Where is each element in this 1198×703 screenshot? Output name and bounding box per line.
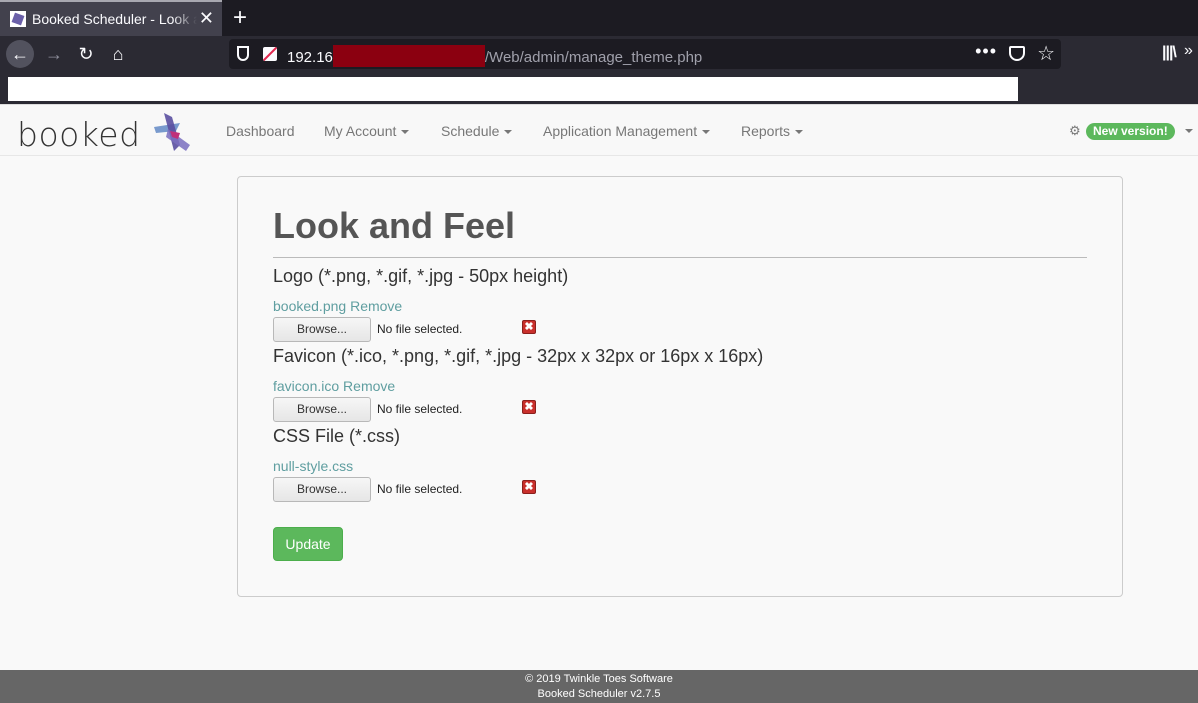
home-button[interactable]: ⌂ [104, 40, 132, 68]
css-clear-icon[interactable]: ✖ [522, 480, 536, 494]
css-browse-button[interactable]: Browse... [273, 477, 371, 502]
overflow-menu-icon[interactable]: » [1184, 42, 1193, 60]
logo-remove-link[interactable]: Remove [350, 298, 402, 314]
back-button[interactable]: ← [6, 40, 34, 68]
footer: © 2019 Twinkle Toes Software Booked Sche… [0, 670, 1198, 703]
url-path: /Web/admin/manage_theme.php [484, 49, 703, 66]
css-file-link[interactable]: null-style.css [273, 458, 353, 474]
logo-file-link[interactable]: booked.png [273, 298, 346, 314]
caret-down-icon [401, 130, 410, 135]
update-button[interactable]: Update [273, 527, 343, 561]
favicon-browse-button[interactable]: Browse... [273, 397, 371, 422]
nav-dashboard[interactable]: Dashboard [226, 105, 295, 157]
look-and-feel-panel: Look and Feel Logo (*.png, *.gif, *.jpg … [237, 176, 1123, 597]
caret-down-icon [795, 130, 804, 135]
favicon-file-link[interactable]: favicon.ico [273, 378, 339, 394]
url-host: 192.16 [287, 49, 333, 66]
nav-schedule-label: Schedule [441, 123, 500, 139]
reload-button[interactable]: ↻ [72, 40, 100, 68]
nav-my-account[interactable]: My Account [324, 105, 410, 157]
bookmarks-toolbar [0, 72, 1198, 104]
url-text[interactable]: 192.16/Web/admin/manage_theme.php [287, 45, 702, 67]
logo-browse-button[interactable]: Browse... [273, 317, 371, 342]
caret-down-icon [702, 130, 711, 135]
pocket-icon[interactable] [1009, 46, 1025, 61]
logo-file-row: booked.png Remove [273, 298, 402, 314]
favicon-section-label: Favicon (*.ico, *.png, *.gif, *.jpg - 32… [273, 346, 764, 366]
page-actions-icon[interactable]: ••• [975, 41, 997, 62]
browser-toolbar: ← → ↻ ⌂ 192.16/Web/admin/manage_theme.ph… [0, 36, 1198, 72]
logo-no-file-text: No file selected. [377, 322, 463, 336]
browser-tab-active[interactable]: Booked Scheduler - Look and Feel ✕ [0, 0, 222, 36]
tracking-shield-icon[interactable] [237, 46, 249, 61]
logo-text: booked [17, 115, 141, 154]
new-version-badge[interactable]: New version! [1086, 123, 1175, 140]
favicon-file-row: favicon.ico Remove [273, 378, 395, 394]
booked-favicon-icon [10, 11, 26, 27]
settings-caret-down-icon[interactable] [1185, 129, 1193, 133]
title-divider [273, 257, 1087, 258]
css-section-label: CSS File (*.css) [273, 426, 401, 446]
favicon-clear-icon[interactable]: ✖ [522, 400, 536, 414]
favicon-remove-link[interactable]: Remove [343, 378, 395, 394]
footer-copyright: © 2019 Twinkle Toes Software [525, 673, 673, 685]
caret-down-icon [504, 130, 513, 135]
css-no-file-text: No file selected. [377, 482, 463, 496]
new-tab-button[interactable]: + [228, 4, 252, 32]
url-bar[interactable]: 192.16/Web/admin/manage_theme.php ••• ☆ [229, 39, 1061, 69]
forward-button[interactable]: → [40, 40, 68, 68]
nav-my-account-label: My Account [324, 123, 397, 139]
footer-version: Booked Scheduler v2.7.5 [537, 688, 661, 700]
nav-dashboard-label: Dashboard [226, 123, 295, 139]
nav-reports[interactable]: Reports [741, 105, 804, 157]
browser-tab-bar: Booked Scheduler - Look and Feel ✕ + [0, 0, 1198, 36]
logo-section-label: Logo (*.png, *.gif, *.jpg - 50px height) [273, 266, 569, 286]
booked-logo-mark-icon [154, 113, 190, 151]
logo-clear-icon[interactable]: ✖ [522, 320, 536, 334]
bookmarks-redacted-area [8, 77, 1018, 101]
page-title: Look and Feel [273, 205, 516, 246]
tab-close-icon[interactable]: ✕ [199, 8, 214, 29]
library-icon[interactable]: |||\ [1162, 44, 1177, 62]
nav-application-management[interactable]: Application Management [543, 105, 711, 157]
insecure-lock-icon[interactable] [263, 47, 277, 61]
tab-title: Booked Scheduler - Look and Feel [32, 11, 197, 27]
favicon-no-file-text: No file selected. [377, 402, 463, 416]
nav-application-management-label: Application Management [543, 123, 698, 139]
gear-icon[interactable]: ⚙ [1069, 123, 1081, 139]
app-navbar: booked Dashboard My Account Schedule App… [0, 104, 1198, 156]
bookmark-star-icon[interactable]: ☆ [1037, 41, 1055, 66]
nav-reports-label: Reports [741, 123, 791, 139]
nav-schedule[interactable]: Schedule [441, 105, 513, 157]
url-redaction [332, 45, 485, 67]
